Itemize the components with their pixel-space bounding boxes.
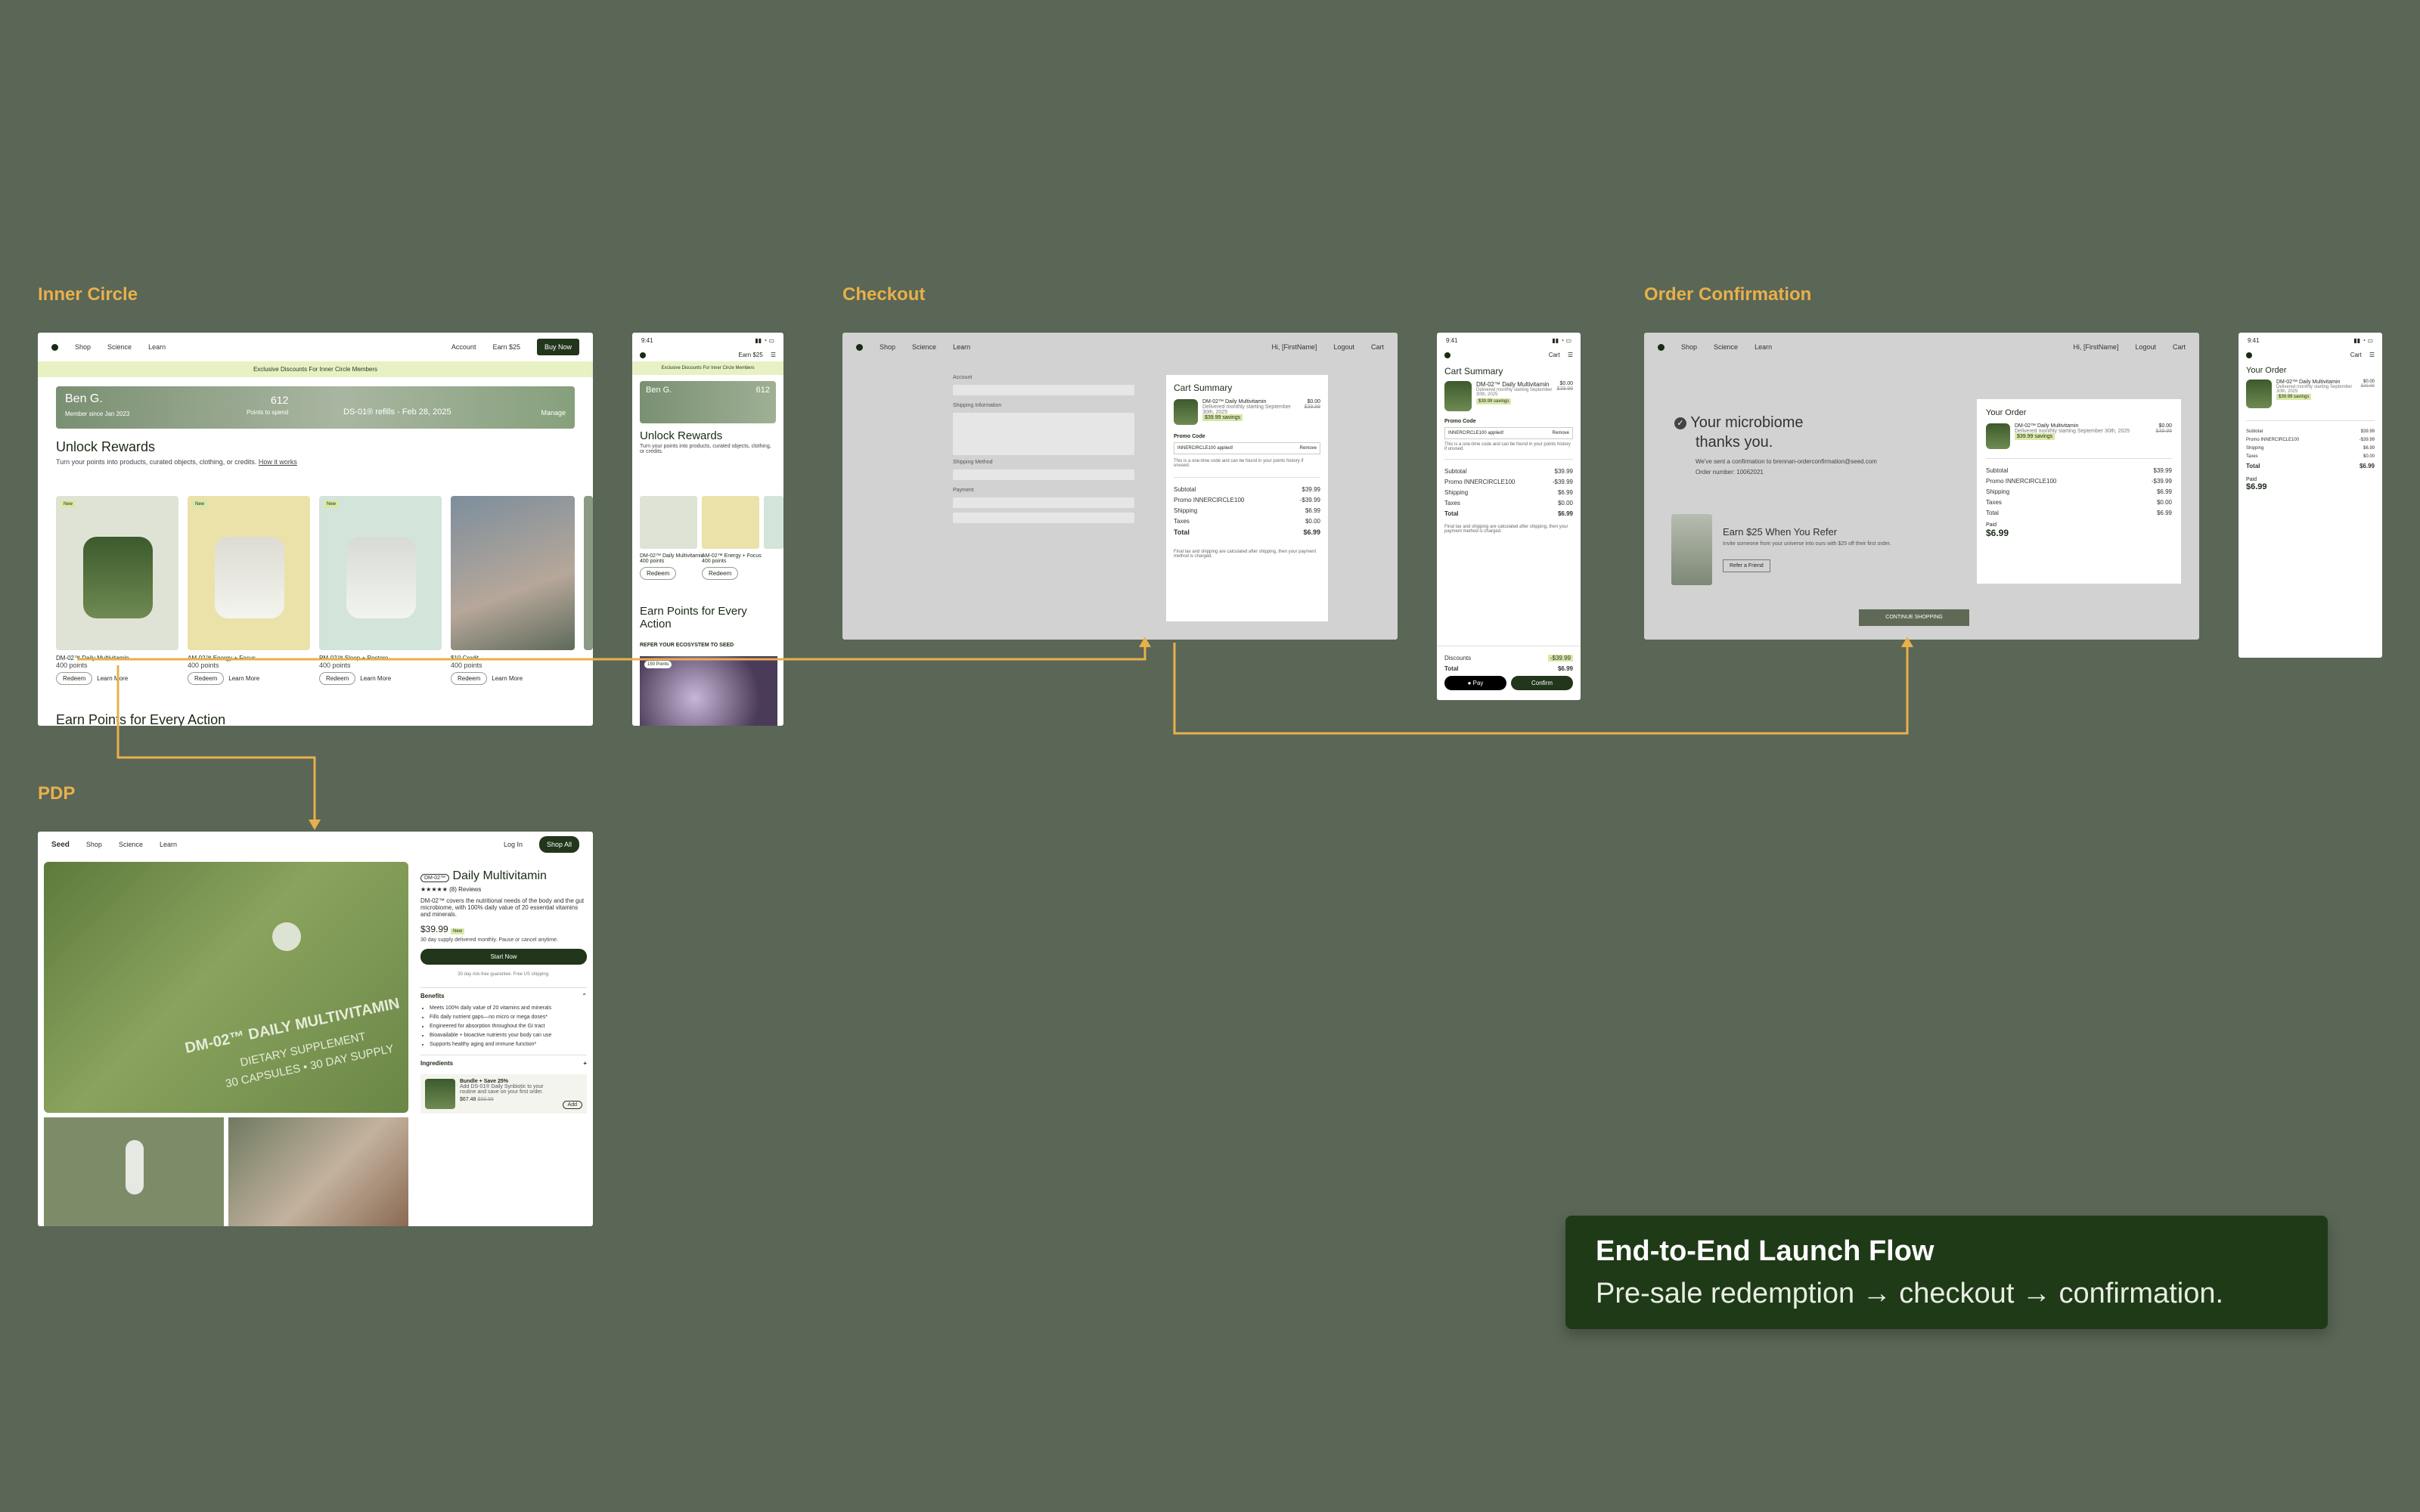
flow-line-redeem-to-checkout — [77, 643, 1146, 661]
callout-subtitle: Pre-sale redemption → checkout → confirm… — [1596, 1278, 2224, 1309]
launch-flow-callout: End-to-End Launch Flow Pre-sale redempti… — [1565, 1216, 2328, 1329]
flow-line-checkout-to-confirmation — [1173, 643, 1909, 735]
callout-title: End-to-End Launch Flow — [1596, 1235, 1934, 1267]
flow-arrow-confirmation — [1901, 637, 1913, 647]
flow-line-redeem-to-pdp — [116, 665, 316, 824]
flow-arrow-pdp — [309, 820, 321, 830]
flow-arrow-checkout — [1139, 637, 1151, 647]
